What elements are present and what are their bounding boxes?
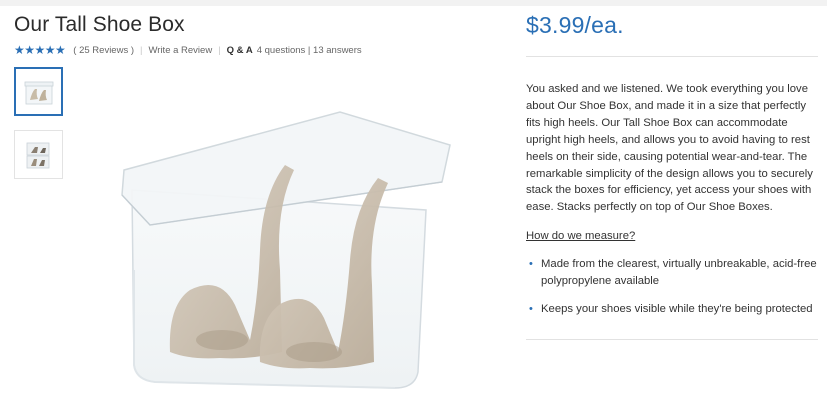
price-divider	[526, 56, 818, 57]
thumbnail-1[interactable]	[14, 67, 63, 116]
product-price: $3.99/ea.	[526, 12, 624, 38]
product-description: You asked and we listened. We took every…	[526, 83, 813, 214]
bullet-icon: •	[529, 258, 533, 270]
thumbnail-2[interactable]	[14, 130, 63, 179]
feature-text: Keeps your shoes visible while they're b…	[541, 302, 813, 315]
bullet-icon: •	[529, 302, 533, 315]
features-divider	[526, 339, 818, 340]
qa-label[interactable]: Q & A	[227, 45, 253, 56]
feature-list: • Made from the clearest, virtually unbr…	[526, 256, 820, 329]
feature-item: • Keeps your shoes visible while they're…	[526, 301, 820, 318]
write-review-link[interactable]: Write a Review	[148, 45, 212, 56]
product-title: Our Tall Shoe Box	[14, 13, 185, 36]
reviews-link[interactable]: ( 25 Reviews )	[73, 45, 134, 56]
feature-text: Made from the clearest, virtually unbrea…	[541, 258, 817, 287]
top-border	[0, 0, 827, 6]
thumbnail-shoe-box-image	[24, 81, 53, 104]
thumbnail-stacked-boxes-image	[26, 142, 49, 168]
rating-stars-icon[interactable]: ★★★★★	[14, 43, 66, 57]
feature-item: • Made from the clearest, virtually unbr…	[526, 256, 820, 290]
qa-stats-link[interactable]: 4 questions | 13 answers	[257, 45, 362, 56]
main-product-image[interactable]	[110, 90, 470, 395]
how-measure-link[interactable]: How do we measure?	[526, 230, 635, 242]
meta-separator: |	[140, 44, 143, 56]
meta-separator: |	[218, 44, 221, 56]
product-meta-row: ★★★★★ ( 25 Reviews ) | Write a Review | …	[14, 43, 362, 57]
